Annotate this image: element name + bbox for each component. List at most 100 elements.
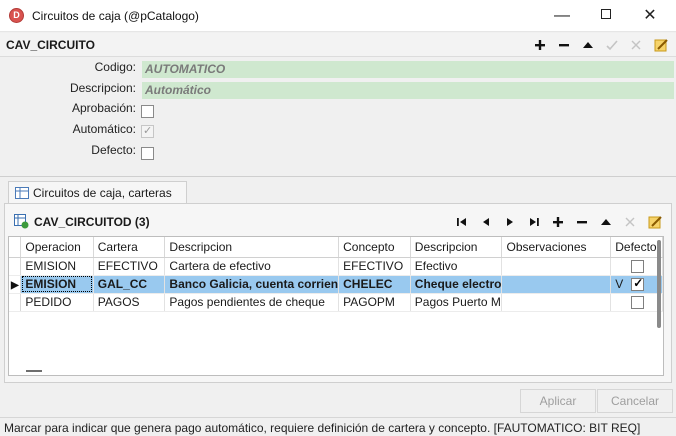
grid-delete-button[interactable] xyxy=(574,214,590,230)
grid-table-icon xyxy=(14,214,29,229)
automatico-checkbox[interactable]: ✓ xyxy=(141,125,154,138)
grid-header-row: Operacion Cartera Descripcion Concepto D… xyxy=(9,237,663,258)
cell-descripcion[interactable]: Cartera de efectivo xyxy=(164,257,340,276)
first-record-button[interactable] xyxy=(454,214,470,230)
automatico-label: Automático: xyxy=(72,122,136,136)
column-header-cartera[interactable]: Cartera xyxy=(93,237,166,258)
row-indicator xyxy=(9,293,22,312)
next-icon xyxy=(507,218,513,226)
cell-observaciones[interactable] xyxy=(501,293,612,312)
cell-operacion[interactable]: EMISION xyxy=(20,275,94,294)
column-header-descripcion-concepto[interactable]: Descripcion xyxy=(410,237,503,258)
next-record-button[interactable] xyxy=(502,214,518,230)
cell-operacion[interactable]: PEDIDO xyxy=(20,293,94,312)
check-icon xyxy=(606,40,618,51)
maximize-icon xyxy=(601,9,611,20)
tab-circuitos-carteras[interactable]: Circuitos de caja, carteras xyxy=(8,181,187,204)
cell-descripcion[interactable]: Pagos pendientes de cheque xyxy=(164,293,340,312)
grid-title: CAV_CIRCUITOD (3) xyxy=(34,215,150,229)
edit-note-button[interactable] xyxy=(653,37,669,53)
descripcion-field[interactable]: Automático xyxy=(142,82,674,99)
grid-horizontal-scrollbar[interactable] xyxy=(26,370,42,372)
confirm-button[interactable] xyxy=(604,37,620,53)
defecto-checkbox[interactable]: ✓ xyxy=(631,276,645,292)
row-indicator: ▶ xyxy=(9,275,22,294)
minus-icon xyxy=(559,44,569,47)
cell-observaciones[interactable] xyxy=(501,257,612,276)
grid-cancel-button[interactable] xyxy=(622,214,638,230)
close-button[interactable]: ✕ xyxy=(628,0,672,32)
prev-icon xyxy=(483,218,489,226)
cell-defecto[interactable] xyxy=(610,293,663,312)
cell-cartera[interactable]: EFECTIVO xyxy=(93,257,166,276)
minus-icon xyxy=(577,221,587,224)
plus-icon xyxy=(553,217,563,227)
table-row[interactable]: PEDIDO PAGOS Pagos pendientes de cheque … xyxy=(9,293,663,312)
row-indicator-header xyxy=(9,237,22,258)
cell-descripcion-concepto[interactable]: Efectivo xyxy=(410,257,503,276)
maximize-button[interactable] xyxy=(584,0,628,32)
arrow-up-icon xyxy=(583,42,593,48)
cell-descripcion-concepto[interactable]: Cheque electro xyxy=(410,275,503,294)
grid-add-button[interactable] xyxy=(550,214,566,230)
table-row[interactable]: EMISION EFECTIVO Cartera de efectivo EFE… xyxy=(9,257,663,276)
cell-defecto[interactable]: V ✓ xyxy=(610,275,663,294)
column-header-observaciones[interactable]: Observaciones xyxy=(501,237,612,258)
descripcion-label: Descripcion: xyxy=(69,81,136,95)
previous-record-button[interactable] xyxy=(478,214,494,230)
check-icon: ✓ xyxy=(633,276,644,291)
table-icon xyxy=(15,187,29,199)
record-form: Codigo: AUTOMATICO Descripcion: Automáti… xyxy=(0,57,676,177)
arrow-up-icon xyxy=(601,219,611,225)
column-header-defecto[interactable]: Defecto xyxy=(610,237,663,258)
window-titlebar: D Circuitos de caja (@pCatalogo) — ✕ xyxy=(0,0,676,32)
grid-edit-note-button[interactable] xyxy=(647,214,663,230)
move-up-button[interactable] xyxy=(580,37,596,53)
grid-vertical-scrollbar[interactable] xyxy=(657,240,661,328)
edit-note-icon xyxy=(654,39,668,52)
tab-label: Circuitos de caja, carteras xyxy=(33,186,172,200)
app-icon: D xyxy=(9,8,24,23)
record-title: CAV_CIRCUITO xyxy=(6,38,95,52)
cell-concepto[interactable]: EFECTIVO xyxy=(338,257,411,276)
column-header-operacion[interactable]: Operacion xyxy=(20,237,94,258)
edit-note-icon xyxy=(648,216,662,229)
cancel-edit-button[interactable] xyxy=(628,37,644,53)
minimize-button[interactable]: — xyxy=(540,0,584,32)
cell-operacion[interactable]: EMISION xyxy=(20,257,94,276)
current-row-arrow-icon: ▶ xyxy=(11,280,19,291)
defecto-checkbox[interactable] xyxy=(631,296,645,310)
column-header-concepto[interactable]: Concepto xyxy=(338,237,411,258)
row-indicator xyxy=(9,257,22,276)
grid-table: Operacion Cartera Descripcion Concepto D… xyxy=(9,237,663,312)
cell-defecto[interactable] xyxy=(610,257,663,276)
first-icon xyxy=(457,218,466,226)
status-text: Marcar para indicar que genera pago auto… xyxy=(4,421,641,435)
codigo-label: Codigo: xyxy=(94,60,136,74)
apply-button[interactable]: Aplicar xyxy=(520,389,596,413)
cell-concepto[interactable]: PAGOPM xyxy=(338,293,411,312)
defecto-label: Defecto: xyxy=(91,143,136,157)
cell-descripcion[interactable]: Banco Galicia, cuenta corrien xyxy=(164,275,340,294)
window-title: Circuitos de caja (@pCatalogo) xyxy=(32,9,199,23)
cell-cartera[interactable]: GAL_CC xyxy=(93,275,166,294)
defecto-checkbox[interactable] xyxy=(141,147,154,160)
cancel-button[interactable]: Cancelar xyxy=(597,389,673,413)
add-record-button[interactable] xyxy=(532,37,548,53)
cell-concepto[interactable]: CHELEC xyxy=(338,275,411,294)
last-record-button[interactable] xyxy=(526,214,542,230)
cell-cartera[interactable]: PAGOS xyxy=(93,293,166,312)
grid-header: CAV_CIRCUITOD (3) xyxy=(12,212,668,232)
aprobacion-label: Aprobación: xyxy=(71,101,136,115)
cell-observaciones[interactable] xyxy=(501,275,612,294)
delete-record-button[interactable] xyxy=(556,37,572,53)
check-icon: ✓ xyxy=(143,125,153,137)
defecto-checkbox[interactable] xyxy=(631,260,645,274)
cell-descripcion-concepto[interactable]: Pagos Puerto M xyxy=(410,293,503,312)
aprobacion-checkbox[interactable] xyxy=(141,105,154,118)
grid-move-up-button[interactable] xyxy=(598,214,614,230)
detail-grid: Operacion Cartera Descripcion Concepto D… xyxy=(8,236,664,376)
column-header-descripcion[interactable]: Descripcion xyxy=(164,237,340,258)
table-row[interactable]: ▶ EMISION GAL_CC Banco Galicia, cuenta c… xyxy=(9,275,663,294)
codigo-field[interactable]: AUTOMATICO xyxy=(142,61,674,78)
